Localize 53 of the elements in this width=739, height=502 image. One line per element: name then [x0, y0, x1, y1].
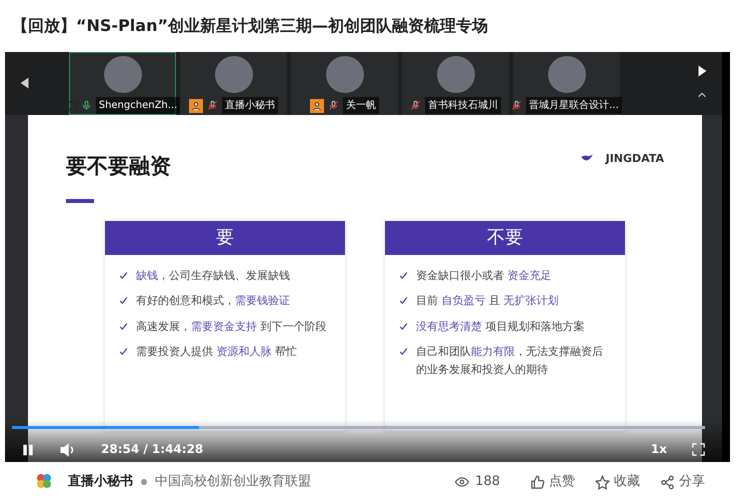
avatar-placeholder [326, 56, 364, 93]
list-item-text: 需要投资人提供 资源和人脉 帮忙 [136, 344, 297, 360]
right-triangle-icon [696, 64, 708, 78]
separator-dot [141, 479, 147, 485]
title-underline [66, 198, 94, 202]
participant-name: 关一帆 [343, 97, 379, 114]
list-item-text: 没有思考清楚 项目规划和落地方案 [416, 318, 584, 335]
check-icon [399, 347, 408, 356]
check-icon [119, 270, 128, 280]
like-button[interactable]: 点赞 [524, 471, 581, 493]
monitor-icon [64, 100, 77, 112]
check-icon [119, 296, 128, 306]
list-item-text: 自己和团队能力有限，无法支撑融资后的业务发展和投资人的期待 [416, 344, 604, 378]
participant-tile[interactable]: 晋城月星联合设计... [513, 52, 620, 115]
check-icon [119, 322, 128, 331]
list-item-text: 缺钱，公司生存缺钱、发展缺钱 [136, 268, 290, 284]
favorite-button[interactable]: 收藏 [589, 471, 646, 493]
check-icon [399, 296, 408, 306]
participant-name: ShengchenZh... [96, 97, 180, 114]
card-heading: 不要 [385, 220, 625, 254]
check-icon [119, 347, 128, 356]
list-item-text: 目前 自负盈亏 且 无扩张计划 [416, 293, 558, 310]
left-triangle-icon [19, 76, 31, 90]
organization-name: 中国高校创新创业教育联盟 [155, 472, 312, 492]
view-count: 188 [475, 473, 500, 492]
speed-button[interactable]: 1x [650, 440, 667, 458]
list-item-text: 有好的创意和模式，需要钱验证 [136, 293, 290, 310]
avatar-placeholder [104, 56, 142, 93]
check-icon [399, 270, 408, 280]
participant-name: 直播小秘书 [222, 97, 278, 114]
share-button[interactable]: 分享 [654, 471, 711, 493]
list-item-text: 高速发展，需要资金支持 到下一个阶段 [136, 318, 326, 335]
page-title: 【回放】“NS-Plan”创业新星计划第三期—初创团队融资梳理专场 [11, 15, 489, 37]
star-icon [595, 474, 610, 490]
slide-title: 要不要融资 [66, 153, 171, 180]
thumbs-up-icon [530, 474, 545, 490]
share-icon [660, 474, 675, 490]
participant-tile[interactable]: 关一帆 [291, 52, 398, 115]
avatar-placeholder [214, 56, 252, 93]
progress-track[interactable] [12, 426, 705, 429]
playback-time: 28:54 / 1:44:28 [101, 441, 204, 458]
avatar-placeholder [548, 56, 586, 93]
participant-tile[interactable]: 直播小秘书 [180, 52, 287, 115]
participant-tile[interactable]: 首书科技石城川 [402, 52, 509, 115]
card-heading: 要 [105, 220, 345, 254]
participant-name: 晋城月星联合设计... [526, 97, 622, 114]
participant-name: 首书科技石城川 [425, 97, 501, 114]
logo-text: JINGDATA [606, 151, 664, 167]
list-item-text: 资金缺口很小或者 资金充足 [416, 268, 552, 284]
avatar-placeholder [436, 56, 474, 93]
author-name[interactable]: 直播小秘书 [68, 472, 133, 492]
eye-icon [453, 475, 472, 489]
check-icon [399, 322, 408, 331]
